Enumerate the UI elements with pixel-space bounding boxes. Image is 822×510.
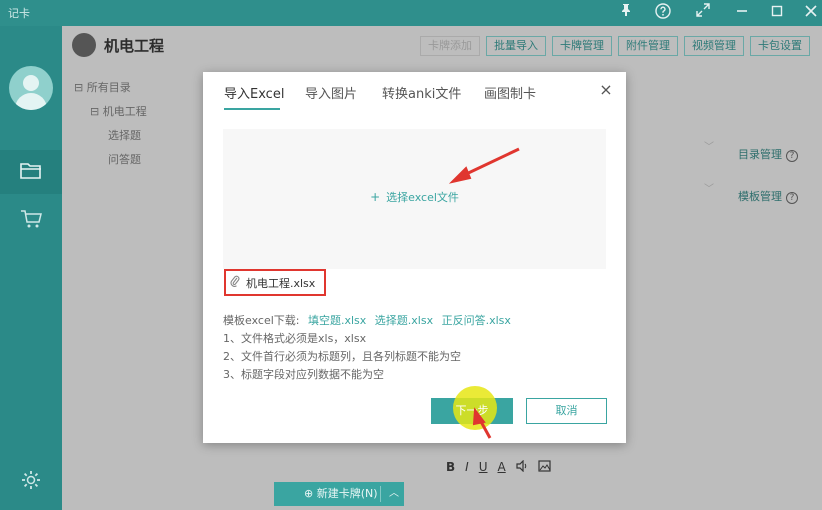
card-manage-button[interactable]: 卡牌管理 xyxy=(552,36,612,56)
right-panel-links: 目录管理? 模板管理? xyxy=(738,134,798,218)
window-close-icon[interactable] xyxy=(800,3,822,23)
deck-settings-button[interactable]: 卡包设置 xyxy=(750,36,810,56)
directory-manage-link[interactable]: 目录管理 xyxy=(738,148,782,161)
cancel-button[interactable]: 取消 xyxy=(526,398,607,424)
note-1: 1、文件格式必须是xls，xlsx xyxy=(223,332,367,345)
folder-icon[interactable] xyxy=(0,150,62,194)
pin-icon[interactable] xyxy=(615,3,637,23)
help-icon[interactable]: ? xyxy=(786,150,798,162)
deck-title: 机电工程 xyxy=(104,36,165,55)
template-label: 模板excel下载: xyxy=(223,314,300,327)
minimize-icon[interactable] xyxy=(731,3,753,23)
maximize-icon[interactable] xyxy=(766,3,788,23)
tree-deck[interactable]: ⊟ 机电工程 xyxy=(74,100,147,124)
select-excel-label: 选择excel文件 xyxy=(386,191,459,204)
tab-draw-card[interactable]: 画图制卡 xyxy=(484,83,536,102)
selected-file-row: 机电工程.xlsx xyxy=(223,269,606,296)
tab-convert-anki[interactable]: 转换anki文件 xyxy=(382,83,461,102)
tree-root[interactable]: ⊟ 所有目录 xyxy=(74,76,147,100)
italic-button[interactable]: I xyxy=(465,460,469,475)
note-2: 2、文件首行必须为标题列，且各列标题不能为空 xyxy=(223,350,461,363)
deck-header: 机电工程 xyxy=(72,33,164,57)
file-drop-zone[interactable]: + 选择excel文件 xyxy=(223,129,606,269)
bold-button[interactable]: B xyxy=(446,460,455,475)
tab-import-image[interactable]: 导入图片 xyxy=(305,83,357,102)
template-manage-link[interactable]: 模板管理 xyxy=(738,190,782,203)
import-dialog: 导入Excel 导入图片 转换anki文件 画图制卡 × + 选择excel文件 … xyxy=(203,72,626,443)
plus-icon: + xyxy=(370,190,381,204)
tree-item-qa[interactable]: 问答题 xyxy=(74,148,147,172)
image-icon[interactable] xyxy=(538,460,551,475)
tab-import-excel[interactable]: 导入Excel xyxy=(224,83,284,102)
tree-item-choice[interactable]: 选择题 xyxy=(74,124,147,148)
title-bar: 记卡 xyxy=(0,0,822,26)
chevron-down-icon[interactable]: ﹀ xyxy=(704,180,714,195)
help-icon[interactable] xyxy=(652,3,674,23)
audio-icon[interactable] xyxy=(516,459,528,475)
fullscreen-icon[interactable] xyxy=(692,3,714,23)
selected-file-chip[interactable]: 机电工程.xlsx xyxy=(224,269,326,296)
app-logo: 记卡 xyxy=(8,7,30,20)
deck-avatar xyxy=(72,33,96,57)
active-tab-indicator xyxy=(224,108,280,110)
select-excel-button[interactable]: + 选择excel文件 xyxy=(223,189,606,205)
file-name: 机电工程.xlsx xyxy=(246,276,316,290)
cart-icon[interactable] xyxy=(0,198,62,242)
batch-import-button[interactable]: 批量导入 xyxy=(486,36,546,56)
font-color-button[interactable]: A xyxy=(498,460,506,475)
help-icon[interactable]: ? xyxy=(786,192,798,204)
underline-button[interactable]: U xyxy=(479,460,488,475)
add-card-button[interactable]: 卡牌添加 xyxy=(420,36,480,56)
left-sidebar xyxy=(0,26,62,510)
gear-icon[interactable] xyxy=(0,458,62,502)
avatar[interactable] xyxy=(9,66,53,110)
dialog-close-button[interactable]: × xyxy=(596,80,616,100)
chevron-down-icon[interactable]: ﹀ xyxy=(704,138,714,153)
next-step-label: 下一步 xyxy=(455,404,489,417)
dialog-tabs: 导入Excel 导入图片 转换anki文件 画图制卡 × xyxy=(203,72,626,112)
video-manage-button[interactable]: 视频管理 xyxy=(684,36,744,56)
attachment-manage-button[interactable]: 附件管理 xyxy=(618,36,678,56)
directory-tree: ⊟ 所有目录 ⊟ 机电工程 选择题 问答题 xyxy=(74,76,147,172)
template-link-choice[interactable]: 选择题.xlsx xyxy=(375,314,433,327)
chevron-up-icon[interactable]: ︿ xyxy=(384,482,404,506)
note-3: 3、标题字段对应列数据不能为空 xyxy=(223,368,384,381)
template-link-fill-blank[interactable]: 填空题.xlsx xyxy=(308,314,366,327)
paperclip-icon xyxy=(230,275,240,290)
template-link-qa[interactable]: 正反问答.xlsx xyxy=(442,314,511,327)
format-toolbar: B I U A xyxy=(446,459,551,475)
toolbar: 卡牌添加 批量导入 卡牌管理 附件管理 视频管理 卡包设置 xyxy=(420,36,810,56)
template-download-row: 模板excel下载: 填空题.xlsx 选择题.xlsx 正反问答.xlsx xyxy=(223,312,511,328)
